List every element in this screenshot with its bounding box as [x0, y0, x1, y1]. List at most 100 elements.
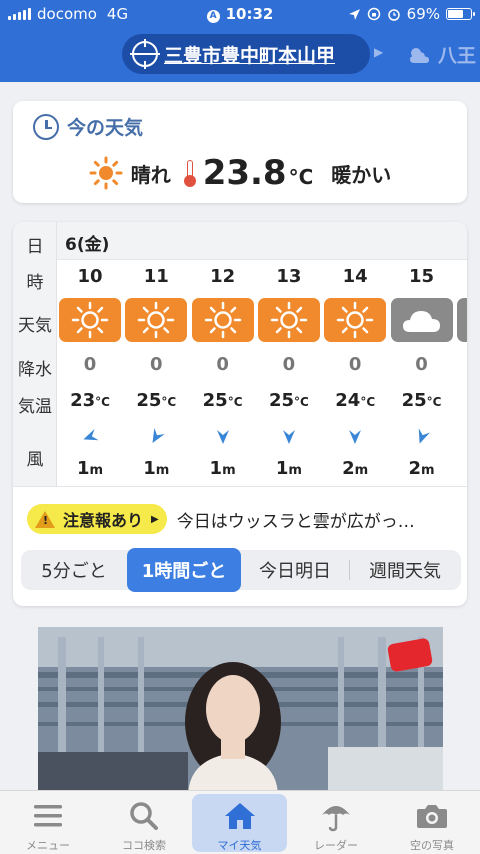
- wind-speed-value: 2m: [389, 458, 455, 479]
- wind-speed-number: 1: [209, 458, 223, 479]
- wind-direction-arrow-icon: [280, 428, 298, 446]
- label-rain: 降水: [18, 360, 52, 380]
- home-icon: [220, 799, 260, 833]
- precipitation-value: 0: [216, 354, 229, 375]
- wind-unit: m: [89, 463, 104, 478]
- temperature-number: 25: [202, 390, 228, 411]
- alert-text[interactable]: 今日はウッスラと雲が広がっ…: [177, 507, 415, 532]
- wind-direction-arrow-icon: [346, 428, 364, 446]
- hour-column[interactable]: 11 0 25°C 1m: [123, 260, 189, 486]
- label-wind: 風: [26, 450, 44, 470]
- label-day: 日: [26, 237, 44, 257]
- hour-label: 11: [143, 266, 169, 287]
- temperature-number: 25: [136, 390, 162, 411]
- next-location[interactable]: 八王: [406, 41, 476, 68]
- label-temp: 気温: [18, 397, 52, 417]
- precipitation-value: 0: [282, 354, 296, 375]
- precipitation-value: 0: [415, 354, 428, 375]
- temperature-unit: °C: [426, 395, 442, 409]
- clock-icon: [33, 113, 59, 140]
- day-row: 6(金): [57, 222, 467, 260]
- wind-speed-value: 1m: [123, 458, 189, 479]
- thermometer-icon: [183, 160, 197, 187]
- hour-column[interactable]: 12 0 25°C 1m: [190, 260, 256, 486]
- alert-badge-label: 注意報あり: [63, 511, 144, 530]
- wind-speed-number: 2: [342, 458, 355, 479]
- wind-unit: m: [288, 463, 302, 478]
- alert-badge[interactable]: ! 注意報あり ▶: [27, 504, 167, 534]
- current-temperature: 23.8: [202, 153, 287, 193]
- wind-unit: m: [155, 463, 170, 478]
- temperature-value: 24°C: [322, 390, 388, 411]
- wind-speed-value: 1m: [190, 458, 256, 479]
- next-location-arrow-icon[interactable]: ▶: [374, 45, 383, 59]
- wind-unit: m: [420, 463, 435, 478]
- cloudy-icon: [390, 298, 453, 342]
- warning-icon: !: [35, 510, 55, 528]
- wind-speed-value: 1m: [57, 458, 123, 479]
- bottom-tab-bar: メニュー ココ検索 マイ天気 レーダー 空の写真: [0, 790, 480, 854]
- tab-my-weather-label: マイ天気: [217, 839, 262, 852]
- status-bar: docomo 4G A 10:32 69%: [0, 0, 480, 28]
- tab-hourly[interactable]: 1時間ごと: [127, 548, 241, 592]
- hour-column[interactable]: 10 0 23°C 1m: [57, 260, 123, 486]
- tab-search[interactable]: ココ検索: [96, 791, 192, 854]
- temperature-value: 25°C: [256, 390, 322, 411]
- hour-column[interactable]: 13 0 25°C 1m: [256, 260, 322, 486]
- hourly-forecast-card: 日 時 天気 降水 気温 風 6(金) 10 0 23°C 1m 11 0 25°C 1m 12…: [13, 222, 467, 606]
- divider: [13, 486, 467, 487]
- umbrella-icon: [316, 799, 356, 833]
- location-selector[interactable]: 三豊市豊中町本山甲: [122, 34, 370, 74]
- tab-search-label: ココ検索: [122, 839, 166, 852]
- tab-weekly[interactable]: 週間天気: [350, 550, 460, 590]
- weather-alert[interactable]: ! 注意報あり ▶ 今日はウッスラと雲が広がっ…: [27, 504, 415, 534]
- video-frame-image: [38, 627, 443, 797]
- chevron-right-icon: ▶: [151, 513, 159, 525]
- precipitation-value: 0: [150, 354, 163, 375]
- hour-column[interactable]: 15 0 25°C 2m: [389, 260, 455, 486]
- wind-direction-arrow-icon: [144, 425, 169, 450]
- temperature-number: 25: [401, 390, 427, 411]
- hour-label: 14: [342, 266, 368, 287]
- location-name: 三豊市豊中町本山甲: [164, 44, 336, 67]
- tab-today-tomorrow[interactable]: 今日明日: [241, 550, 349, 590]
- wind-speed-number: 1: [275, 458, 289, 479]
- label-weather: 天気: [18, 316, 52, 336]
- tab-5min[interactable]: 5分ごと: [21, 550, 127, 590]
- row-labels: 日 時 天気 降水 気温 風: [13, 222, 57, 486]
- temperature-unit: °C: [360, 395, 376, 409]
- current-weather-row: 晴れ 23.8 °C 暖かい: [13, 153, 467, 193]
- tab-my-weather[interactable]: マイ天気: [192, 794, 287, 852]
- battery-icon: [446, 8, 475, 20]
- weather-video[interactable]: [38, 627, 443, 797]
- wind-direction-arrow-icon: [410, 425, 433, 448]
- tab-menu[interactable]: メニュー: [0, 791, 96, 854]
- sunny-icon: [191, 298, 254, 342]
- tab-radar[interactable]: レーダー: [288, 791, 384, 854]
- tab-sky-photos-label: 空の写真: [410, 839, 454, 852]
- precipitation-value: 0: [348, 354, 362, 375]
- temperature-value: 25°C: [123, 390, 189, 411]
- hour-label: 13: [276, 266, 302, 287]
- battery-fill: [448, 10, 464, 18]
- location-header: 三豊市豊中町本山甲 ▶ 八王: [0, 28, 480, 82]
- wind-unit: m: [222, 463, 236, 478]
- time-text: 10:32: [225, 5, 274, 23]
- sun-cloud-icon: [410, 47, 429, 63]
- menu-icon: [28, 799, 68, 833]
- next-location-name: 八王: [438, 45, 477, 67]
- temperature-value: 25°C: [190, 390, 256, 411]
- tab-radar-label: レーダー: [314, 839, 358, 852]
- forecast-range-tabs: 5分ごと 1時間ごと 今日明日 週間天気: [21, 548, 461, 592]
- hour-column[interactable]: 14 0 24°C 2m: [322, 260, 388, 486]
- temperature-number: 25: [268, 390, 295, 411]
- tab-sky-photos[interactable]: 空の写真: [384, 791, 480, 854]
- hour-label: 12: [210, 266, 236, 287]
- feels-like: 暖かい: [331, 162, 392, 187]
- wind-speed-value: 2m: [322, 458, 388, 479]
- hour-label: 15: [408, 266, 435, 287]
- wind-speed-number: 1: [76, 458, 90, 479]
- clock-time: A 10:32: [0, 5, 480, 23]
- location-services-icon: A: [206, 10, 220, 23]
- current-weather-card[interactable]: 今の天気 晴れ 23.8 °C 暖かい: [13, 101, 467, 203]
